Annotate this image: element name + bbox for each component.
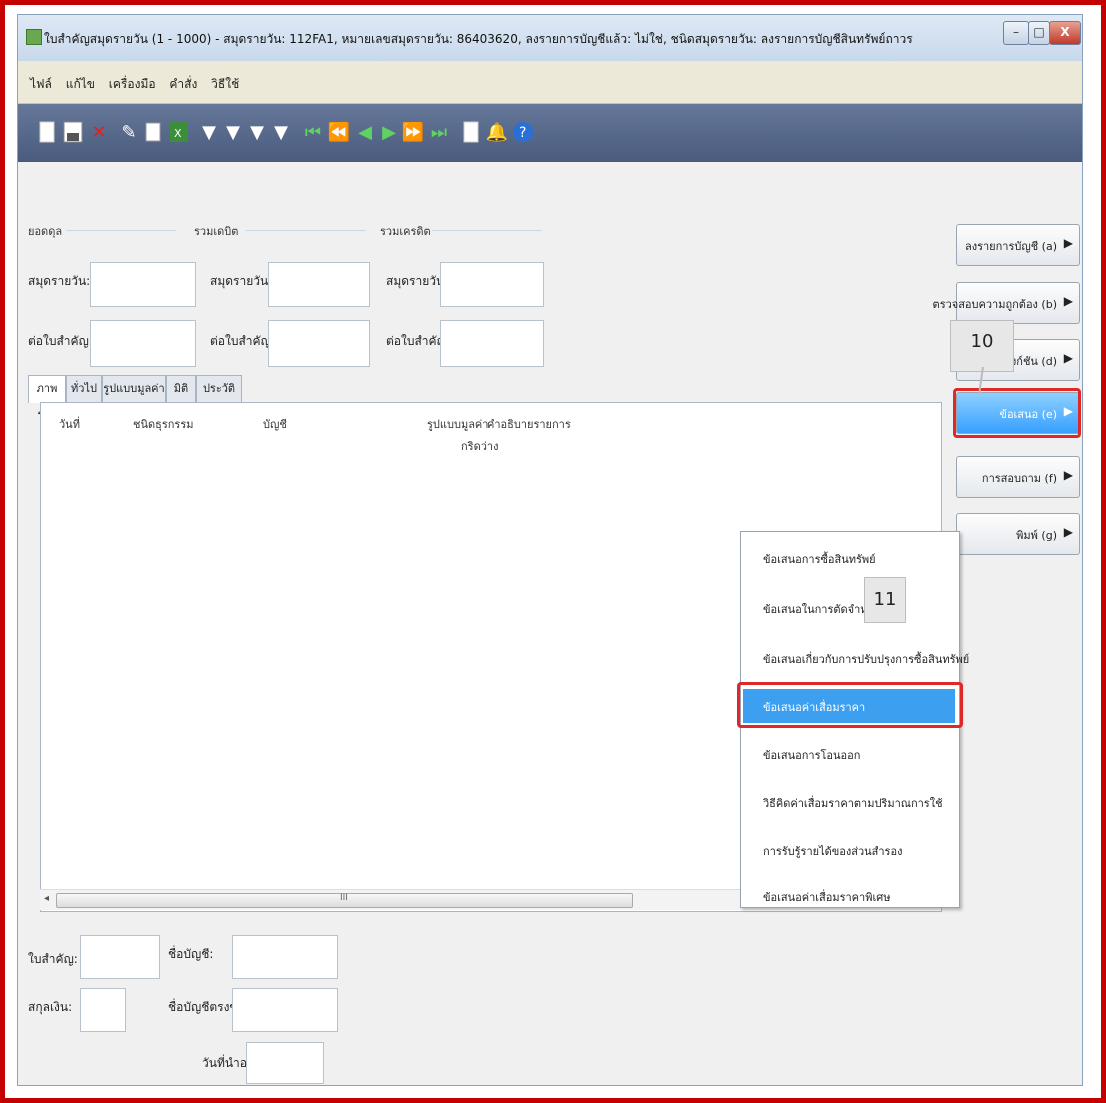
menu-item-acquisition-adjust[interactable]: ข้อเสนอเกี่ยวกับการปรับปรุงการซื้อสินทรั…: [763, 650, 969, 668]
main-area: ยอดดุล รวมเดบิต รวมเครดิต สมุดรายวัน: สม…: [18, 162, 1082, 1085]
filter-select-icon[interactable]: ▼: [222, 118, 244, 146]
column-date[interactable]: วันที่: [59, 415, 80, 433]
print-button-label: พิมพ์ (g): [1016, 529, 1057, 542]
svg-text:?: ?: [519, 125, 526, 141]
filter-clear-icon[interactable]: ▼: [270, 118, 292, 146]
title-bar: ใบสำคัญสมุดรายวัน (1 - 1000) - สมุดรายวั…: [18, 15, 1082, 61]
new-doc-icon[interactable]: [36, 118, 58, 146]
credit-journal-label: สมุดรายวัน:: [386, 274, 449, 288]
currency-label: สกุลเงิน:: [28, 1000, 73, 1014]
menu-command[interactable]: คำสั่ง: [169, 75, 197, 94]
tab-dimension[interactable]: มิติ: [166, 375, 196, 402]
tab-overview[interactable]: ภาพรวม: [28, 375, 66, 421]
menu-item-reserve-income[interactable]: การรับรู้รายได้ของส่วนสำรอง: [763, 842, 902, 860]
print-button[interactable]: พิมพ์ (g) ▶: [956, 513, 1080, 555]
column-description[interactable]: คำอธิบายรายการ: [487, 415, 571, 433]
group-balance-label: ยอดดุล: [28, 225, 63, 238]
toolbar: ✕ ✎ X ▼ ▼ ▼ ▼ ⏮ ⏪ ◀ ▶ ⏩ ⏭ 🔔 ?: [18, 104, 1082, 162]
copy-icon[interactable]: [142, 118, 164, 146]
voucher-label: ใบสำคัญ:: [28, 952, 78, 966]
menu-help[interactable]: วิธีใช้: [211, 75, 239, 94]
menu-edit[interactable]: แก้ไข: [66, 75, 95, 94]
currency-field[interactable]: [80, 988, 126, 1032]
column-value-model[interactable]: รูปแบบมูลค่า: [427, 415, 488, 433]
app-window: ใบสำคัญสมุดรายวัน (1 - 1000) - สมุดรายวั…: [17, 14, 1083, 1086]
tab-value-model[interactable]: รูปแบบมูลค่า: [102, 375, 166, 402]
column-transaction-type[interactable]: ชนิดธุรกรรม: [133, 415, 193, 433]
next-page-icon[interactable]: ⏩: [402, 118, 424, 146]
close-button[interactable]: X: [1049, 21, 1081, 45]
highlight-depreciation: [737, 682, 963, 728]
last-icon[interactable]: ⏭: [428, 118, 450, 146]
menu-file[interactable]: ไฟล์: [30, 75, 52, 94]
offset-account-field[interactable]: [232, 988, 338, 1032]
edit-icon[interactable]: ✎: [118, 118, 140, 146]
help-icon[interactable]: ?: [512, 118, 534, 146]
svg-text:X: X: [174, 127, 182, 140]
app-icon: [26, 29, 42, 45]
maximize-button[interactable]: □: [1028, 21, 1050, 45]
step-11-callout: 11: [864, 577, 906, 623]
save-icon[interactable]: [62, 118, 84, 146]
balance-voucher-field[interactable]: [90, 320, 196, 367]
filter-icon[interactable]: ▼: [198, 118, 220, 146]
inquiry-button-label: การสอบถาม (f): [981, 472, 1057, 485]
scroll-left-icon[interactable]: ◂: [44, 893, 49, 904]
tab-general[interactable]: ทั่วไป: [66, 375, 102, 402]
chevron-right-icon: ▶: [1063, 236, 1073, 250]
menu-item-acquisition[interactable]: ข้อเสนอการซื้อสินทรัพย์: [763, 550, 876, 568]
filter-advanced-icon[interactable]: ▼: [246, 118, 268, 146]
post-button[interactable]: ลงรายการบัญชี (a) ▶: [956, 224, 1080, 266]
debit-voucher-label: ต่อใบสำคัญ:: [210, 334, 275, 348]
menu-item-special-depreciation[interactable]: ข้อเสนอค่าเสื่อมราคาพิเศษ: [763, 888, 890, 906]
callout-pointer: [978, 367, 984, 396]
grid-empty-message: กริดว่าง: [461, 440, 499, 453]
credit-voucher-field[interactable]: [440, 320, 544, 367]
debit-journal-field[interactable]: [268, 262, 370, 307]
chevron-right-icon: ▶: [1063, 525, 1073, 539]
scroll-thumb[interactable]: III: [56, 893, 633, 908]
balance-journal-label: สมุดรายวัน:: [28, 274, 91, 288]
chevron-right-icon: ▶: [1063, 468, 1073, 482]
chevron-right-icon: ▶: [1063, 351, 1073, 365]
window-title: ใบสำคัญสมุดรายวัน (1 - 1000) - สมุดรายวั…: [44, 32, 913, 46]
validate-button-label: ตรวจสอบความถูกต้อง (b): [932, 298, 1057, 311]
account-name-field[interactable]: [232, 935, 338, 979]
post-button-label: ลงรายการบัญชี (a): [964, 240, 1057, 253]
balance-voucher-label: ต่อใบสำคัญ:: [28, 334, 93, 348]
prev-icon[interactable]: ◀: [354, 118, 376, 146]
alert-icon[interactable]: 🔔: [486, 118, 508, 146]
due-date-field[interactable]: [246, 1042, 324, 1084]
voucher-field[interactable]: [80, 935, 160, 979]
prev-page-icon[interactable]: ⏪: [328, 118, 350, 146]
menu-tools[interactable]: เครื่องมือ: [109, 75, 156, 94]
chevron-right-icon: ▶: [1063, 294, 1073, 308]
balance-journal-field[interactable]: [90, 262, 196, 307]
group-credit-label: รวมเครดิต: [380, 225, 431, 238]
scroll-thumb-grip: III: [340, 893, 348, 903]
menu-bar: ไฟล์ แก้ไข เครื่องมือ คำสั่ง วิธีใช้: [18, 61, 1082, 104]
group-debit-label: รวมเดบิต: [194, 225, 239, 238]
excel-icon[interactable]: X: [168, 118, 190, 146]
first-icon[interactable]: ⏮: [302, 118, 324, 146]
step-10-callout: 10: [950, 320, 1014, 372]
account-name-label: ชื่อบัญชี:: [168, 947, 214, 961]
tab-history[interactable]: ประวัติ: [196, 375, 242, 402]
menu-item-transfer-out[interactable]: ข้อเสนอการโอนออก: [763, 746, 860, 764]
next-icon[interactable]: ▶: [378, 118, 400, 146]
minimize-button[interactable]: –: [1003, 21, 1029, 45]
delete-icon[interactable]: ✕: [88, 118, 110, 146]
document-icon[interactable]: [460, 118, 482, 146]
validate-button[interactable]: ตรวจสอบความถูกต้อง (b) ▶: [933, 282, 1080, 324]
debit-journal-label: สมุดรายวัน:: [210, 274, 273, 288]
credit-journal-field[interactable]: [440, 262, 544, 307]
inquiry-button[interactable]: การสอบถาม (f) ▶: [956, 456, 1080, 498]
debit-voucher-field[interactable]: [268, 320, 370, 367]
menu-item-consumption-depreciation[interactable]: วิธีคิดค่าเสื่อมราคาตามปริมาณการใช้: [763, 794, 943, 812]
column-account[interactable]: บัญชี: [263, 415, 287, 433]
